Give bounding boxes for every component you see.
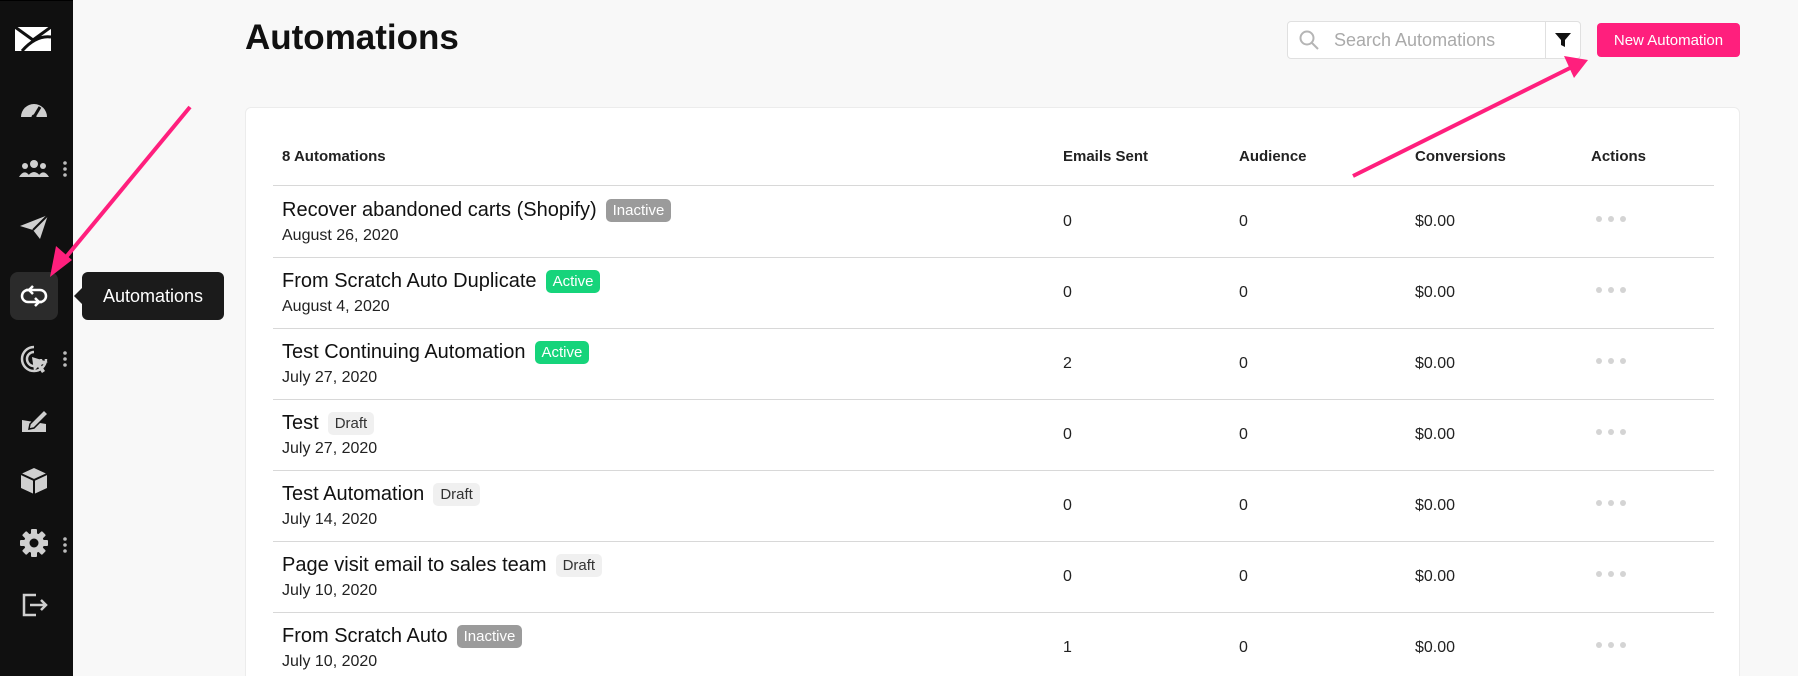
logout-icon (22, 593, 48, 617)
settings-gear-icon (20, 529, 48, 557)
status-badge: Active (534, 341, 590, 364)
conversions-value: $0.00 (1415, 284, 1456, 301)
conversions-value: $0.00 (1415, 497, 1456, 514)
status-badge: Inactive (456, 625, 523, 648)
table-row[interactable]: Test Draft July 27, 2020 0 0 $0.00 (273, 400, 1714, 471)
integrations-box-icon (20, 468, 48, 494)
emails-sent-value: 0 (1063, 497, 1072, 514)
table-row[interactable]: Page visit email to sales team Draft July… (273, 542, 1714, 613)
sidebar-item-logout[interactable] (10, 581, 58, 629)
sidebar-item-tracking[interactable] (10, 335, 58, 383)
automation-date: July 10, 2020 (282, 653, 378, 670)
sidebar-item-settings[interactable] (10, 519, 58, 567)
status-badge: Draft (327, 412, 375, 435)
automation-name[interactable]: From Scratch Auto Duplicate Active (282, 270, 601, 293)
automations-count: 8 Automations (282, 148, 386, 165)
automation-date: July 10, 2020 (282, 582, 378, 599)
automation-date: July 27, 2020 (282, 440, 378, 457)
automation-name[interactable]: Test Draft (282, 412, 375, 435)
automation-name[interactable]: Test Automation Draft (282, 483, 480, 506)
automations-table-card: 8 Automations Emails Sent Audience Conve… (245, 107, 1740, 676)
sidebar-item-contacts[interactable] (10, 145, 58, 193)
tracking-menu-dots-icon[interactable] (62, 351, 68, 367)
status-badge: Draft (555, 554, 603, 577)
automation-date: July 14, 2020 (282, 511, 378, 528)
contacts-menu-dots-icon[interactable] (62, 161, 68, 177)
audience-value: 0 (1239, 497, 1248, 514)
sidebar-item-automations[interactable] (10, 272, 58, 320)
status-badge: Active (545, 270, 601, 293)
search-input[interactable] (1334, 29, 1534, 51)
audience-value: 0 (1239, 284, 1248, 301)
audience-value: 0 (1239, 639, 1248, 656)
brand-logo-icon[interactable] (14, 23, 52, 55)
filter-button[interactable] (1545, 21, 1581, 59)
conversions-value: $0.00 (1415, 568, 1456, 585)
table-row[interactable]: Test Automation Draft July 14, 2020 0 0 $… (273, 471, 1714, 542)
conversions-value: $0.00 (1415, 426, 1456, 443)
more-actions-icon[interactable] (1595, 499, 1627, 507)
sidebar-item-forms[interactable] (10, 396, 58, 444)
more-actions-icon[interactable] (1595, 215, 1627, 223)
more-actions-icon[interactable] (1595, 357, 1627, 365)
more-actions-icon[interactable] (1595, 286, 1627, 294)
sidebar-item-integrations[interactable] (10, 457, 58, 505)
column-actions: Actions (1591, 148, 1647, 165)
more-actions-icon[interactable] (1595, 641, 1627, 649)
emails-sent-value: 0 (1063, 213, 1072, 230)
automation-name[interactable]: From Scratch Auto Inactive (282, 625, 523, 648)
search-box (1287, 21, 1546, 59)
status-badge: Inactive (605, 199, 672, 222)
emails-sent-value: 0 (1063, 426, 1072, 443)
sidebar-tooltip: Automations (74, 272, 224, 320)
audience-value: 0 (1239, 426, 1248, 443)
audience-value: 0 (1239, 213, 1248, 230)
emails-sent-value: 0 (1063, 568, 1072, 585)
status-badge: Draft (433, 483, 480, 506)
emails-sent-value: 1 (1063, 639, 1072, 656)
automation-name[interactable]: Recover abandoned carts (Shopify) Inactiv… (282, 199, 672, 222)
emails-sent-value: 2 (1063, 355, 1072, 372)
sidebar-item-campaigns[interactable] (10, 203, 58, 251)
column-emails-sent[interactable]: Emails Sent (1063, 148, 1148, 165)
table-row[interactable]: Recover abandoned carts (Shopify) Inactiv… (273, 187, 1714, 258)
audience-value: 0 (1239, 355, 1248, 372)
audience-value: 0 (1239, 568, 1248, 585)
filter-funnel-icon (1555, 33, 1571, 47)
table-row[interactable]: From Scratch Auto Inactive July 10, 2020 … (273, 613, 1714, 676)
dashboard-gauge-icon (21, 104, 47, 120)
automation-date: August 26, 2020 (282, 227, 399, 244)
table-row[interactable]: From Scratch Auto Duplicate Active August… (273, 258, 1714, 329)
page-title: Automations (245, 18, 459, 57)
sidebar-item-dashboard[interactable] (10, 87, 58, 135)
automations-loop-icon (20, 285, 48, 307)
emails-sent-value: 0 (1063, 284, 1072, 301)
new-automation-button[interactable]: New Automation (1597, 23, 1740, 57)
conversions-value: $0.00 (1415, 213, 1456, 230)
more-actions-icon[interactable] (1595, 428, 1627, 436)
automation-name[interactable]: Page visit email to sales team Draft (282, 554, 603, 577)
contacts-group-icon (19, 160, 49, 177)
automation-date: July 27, 2020 (282, 369, 378, 386)
automation-name[interactable]: Test Continuing Automation Active (282, 341, 590, 364)
column-conversions[interactable]: Conversions (1415, 148, 1506, 165)
column-audience[interactable]: Audience (1239, 148, 1307, 165)
tracking-cursor-icon (20, 345, 48, 373)
table-row[interactable]: Test Continuing Automation Active July 27… (273, 329, 1714, 400)
forms-edit-icon (22, 408, 50, 432)
conversions-value: $0.00 (1415, 355, 1456, 372)
automation-date: August 4, 2020 (282, 298, 390, 315)
settings-menu-dots-icon[interactable] (62, 537, 68, 553)
table-header: 8 Automations Emails Sent Audience Conve… (273, 148, 1714, 186)
sidebar (0, 0, 73, 676)
conversions-value: $0.00 (1415, 639, 1456, 656)
more-actions-icon[interactable] (1595, 570, 1627, 578)
campaigns-send-icon (20, 214, 49, 239)
search-icon (1299, 30, 1319, 50)
